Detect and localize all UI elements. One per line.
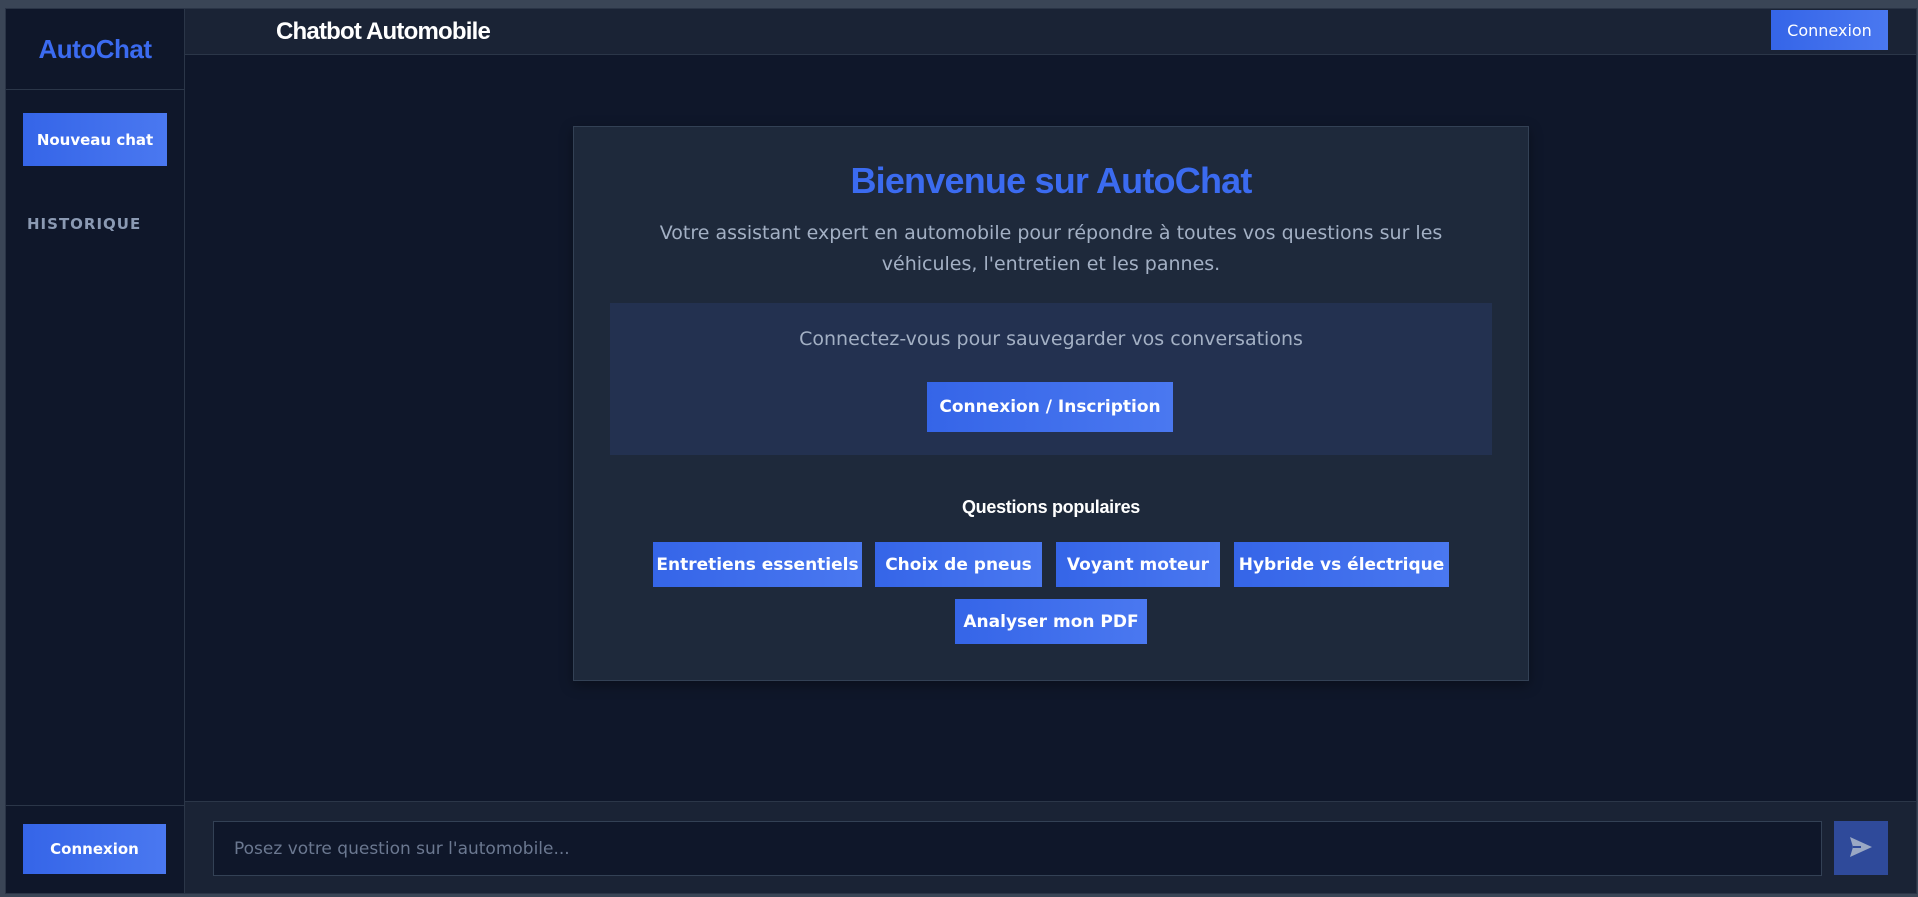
send-icon (1849, 836, 1873, 861)
sidebar-login-button[interactable]: Connexion (23, 824, 166, 874)
app-window: AutoChat Nouveau chat HISTORIQUE Connexi… (5, 8, 1917, 894)
popular-question-chip[interactable]: Entretiens essentiels (653, 542, 862, 587)
welcome-card: Bienvenue sur AutoChat Votre assistant e… (573, 126, 1529, 681)
brand-logo: AutoChat (6, 9, 184, 90)
header-login-button[interactable]: Connexion (1771, 10, 1888, 50)
welcome-title: Bienvenue sur AutoChat (850, 160, 1252, 201)
analyze-pdf-chip[interactable]: Analyser mon PDF (955, 599, 1147, 644)
sidebar: AutoChat Nouveau chat HISTORIQUE Connexi… (6, 9, 185, 893)
popular-questions-heading: Questions populaires (961, 497, 1141, 517)
page-title: Chatbot Automobile (276, 18, 491, 45)
welcome-subtitle: Votre assistant expert en automobile pou… (659, 222, 1443, 275)
new-chat-button[interactable]: Nouveau chat (23, 113, 167, 166)
chat-input-bar (185, 801, 1916, 893)
login-prompt-box: Connectez-vous pour sauvegarder vos conv… (610, 303, 1492, 455)
top-header: Chatbot Automobile Connexion (185, 9, 1916, 55)
login-register-button[interactable]: Connexion / Inscription (927, 382, 1173, 432)
login-prompt-text: Connectez-vous pour sauvegarder vos conv… (799, 328, 1303, 350)
popular-question-chip[interactable]: Voyant moteur (1056, 542, 1220, 587)
send-button[interactable] (1834, 821, 1888, 875)
sidebar-footer: Connexion (6, 805, 184, 893)
popular-question-chip[interactable]: Hybride vs électrique (1234, 542, 1449, 587)
popular-question-chip[interactable]: Choix de pneus (875, 542, 1042, 587)
question-input[interactable] (213, 821, 1822, 876)
history-heading: HISTORIQUE (27, 215, 142, 233)
